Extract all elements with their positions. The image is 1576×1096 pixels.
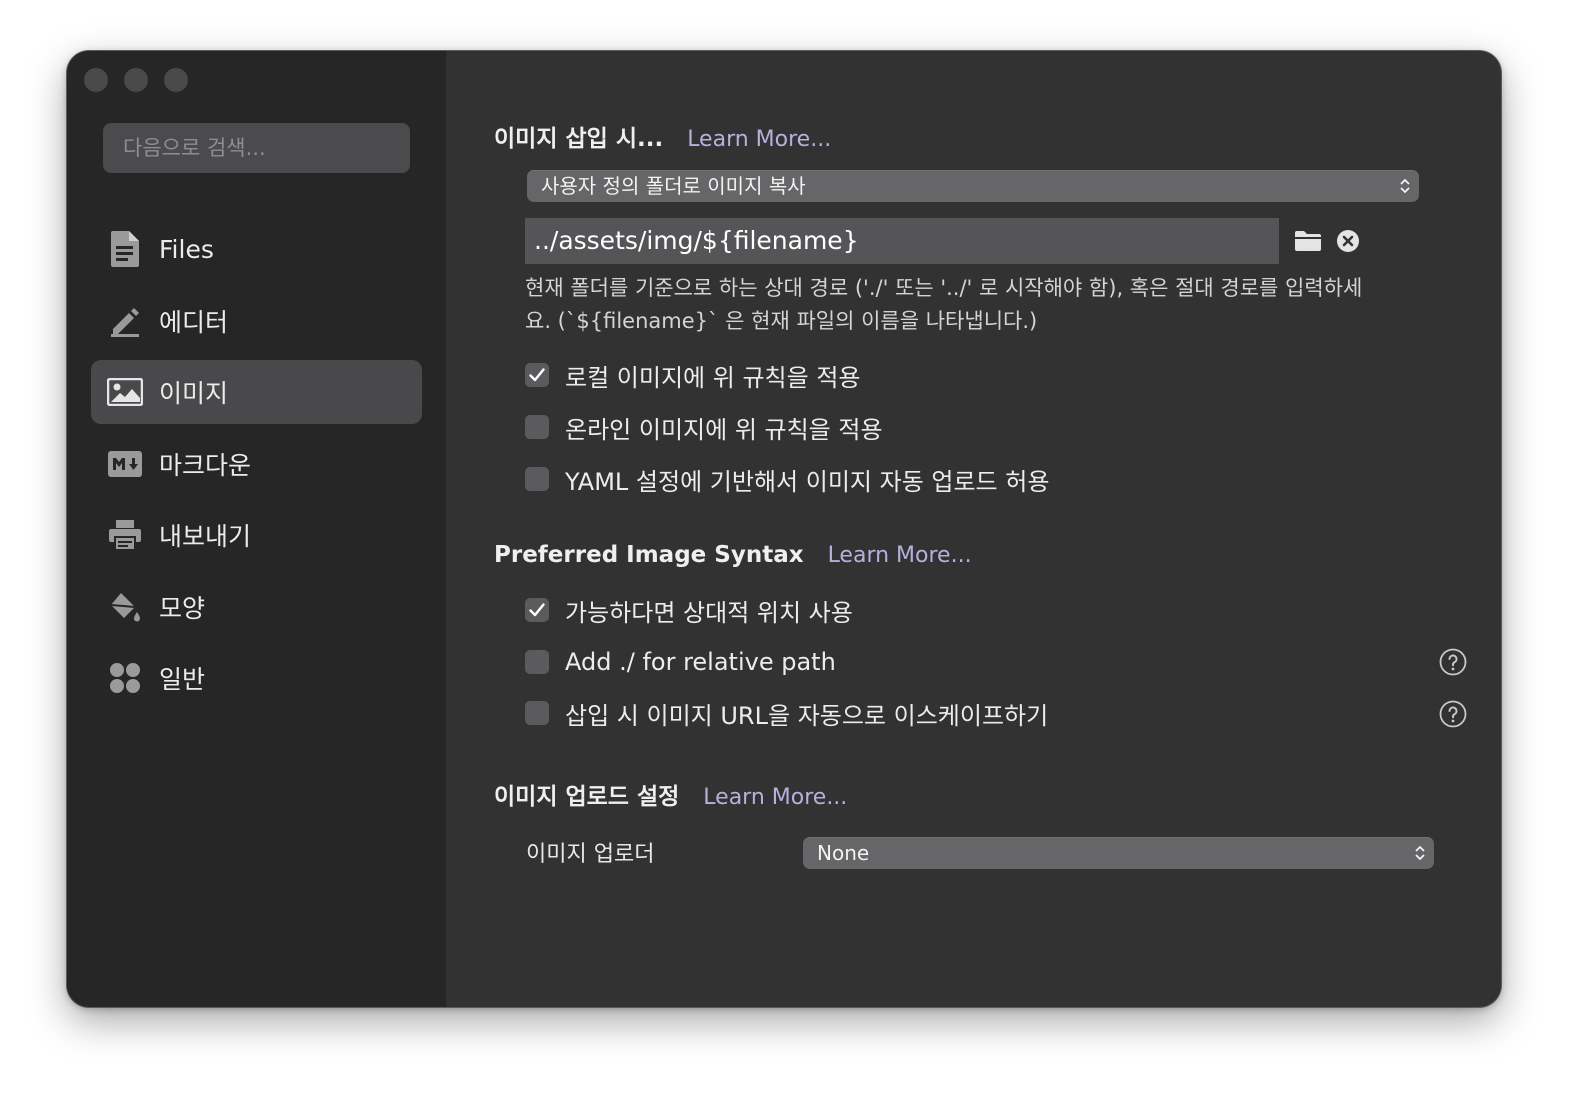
sidebar-item-editor[interactable]: 에디터 xyxy=(91,289,422,353)
select-value: 사용자 정의 폴더로 이미지 복사 xyxy=(541,174,806,198)
learn-more-link[interactable]: Learn More... xyxy=(828,543,972,568)
sidebar-item-image[interactable]: 이미지 xyxy=(91,360,422,424)
checkbox[interactable] xyxy=(525,598,549,622)
sidebar-item-appearance[interactable]: 모양 xyxy=(91,575,422,639)
learn-more-link[interactable]: Learn More... xyxy=(687,127,831,152)
option-label: 로컬 이미지에 위 규칙을 적용 xyxy=(565,363,861,392)
settings-panel: 이미지 삽입 시... Learn More... 사용자 정의 폴더로 이미지… xyxy=(446,51,1501,1007)
grid-dots-icon xyxy=(107,660,143,696)
paint-bucket-icon xyxy=(107,589,143,625)
sidebar-item-export[interactable]: 내보내기 xyxy=(91,503,422,567)
checkmark-icon xyxy=(529,368,545,382)
printer-icon xyxy=(107,517,143,553)
option-online-images[interactable]: 온라인 이미지에 위 규칙을 적용 xyxy=(525,412,883,444)
pencil-icon xyxy=(107,303,143,339)
sidebar-item-label: 내보내기 xyxy=(159,522,252,551)
option-relative-location[interactable]: 가능하다면 상대적 위치 사용 xyxy=(525,595,853,627)
search-input[interactable]: 다음으로 검색... xyxy=(103,123,410,173)
sidebar-item-markdown[interactable]: 마크다운 xyxy=(91,432,422,496)
section-syntax-header: Preferred Image Syntax Learn More... xyxy=(494,542,972,568)
checkbox[interactable] xyxy=(525,650,549,674)
sidebar-item-label: 일반 xyxy=(159,665,206,694)
window-controls xyxy=(84,68,188,92)
sidebar: 다음으로 검색... Files 에디터 이미지 마크다운 내보내기 모양 일반 xyxy=(67,51,446,1007)
option-label: 온라인 이미지에 위 규칙을 적용 xyxy=(565,415,883,444)
image-icon xyxy=(107,374,143,410)
sidebar-item-label: 에디터 xyxy=(159,307,229,337)
learn-more-link[interactable]: Learn More... xyxy=(703,785,847,810)
option-escape-url[interactable]: 삽입 시 이미지 URL을 자동으로 이스케이프하기 xyxy=(525,698,1049,730)
sidebar-nav: Files 에디터 이미지 마크다운 내보내기 모양 일반 xyxy=(91,217,422,718)
section-insert-header: 이미지 삽입 시... Learn More... xyxy=(494,119,831,153)
section-title: Preferred Image Syntax xyxy=(494,542,804,568)
help-icon[interactable] xyxy=(1439,700,1467,728)
chevron-updown-icon xyxy=(1400,178,1410,194)
uploader-label: 이미지 업로더 xyxy=(526,842,655,867)
section-title: 이미지 업로드 설정 xyxy=(494,784,680,810)
section-upload-header: 이미지 업로드 설정 Learn More... xyxy=(494,777,847,811)
zoom-window-button[interactable] xyxy=(164,68,188,92)
sidebar-item-label: 모양 xyxy=(159,593,206,623)
option-yaml-auto-upload[interactable]: YAML 설정에 기반해서 이미지 자동 업로드 허용 xyxy=(525,464,1050,496)
sidebar-item-general[interactable]: 일반 xyxy=(91,646,422,710)
option-add-dot-slash[interactable]: Add ./ for relative path xyxy=(525,647,836,677)
document-icon xyxy=(107,231,143,267)
close-window-button[interactable] xyxy=(84,68,108,92)
chevron-updown-icon xyxy=(1415,845,1425,861)
image-path-input[interactable]: ../assets/img/${filename} xyxy=(525,218,1279,264)
markdown-icon xyxy=(107,446,143,482)
checkmark-icon xyxy=(529,603,545,617)
checkbox[interactable] xyxy=(525,415,549,439)
minimize-window-button[interactable] xyxy=(124,68,148,92)
option-label: Add ./ for relative path xyxy=(565,648,836,676)
sidebar-item-label: Files xyxy=(159,234,214,264)
sidebar-item-files[interactable]: Files xyxy=(91,217,422,281)
help-icon[interactable] xyxy=(1439,648,1467,676)
checkbox[interactable] xyxy=(525,467,549,491)
checkbox[interactable] xyxy=(525,701,549,725)
sidebar-item-label: 이미지 xyxy=(159,379,229,408)
sidebar-item-label: 마크다운 xyxy=(159,450,252,480)
option-label: 가능하다면 상대적 위치 사용 xyxy=(565,598,853,627)
option-label: 삽입 시 이미지 URL을 자동으로 이스케이프하기 xyxy=(565,701,1049,730)
checkbox[interactable] xyxy=(525,363,549,387)
clear-icon[interactable] xyxy=(1334,227,1362,255)
section-title: 이미지 삽입 시... xyxy=(494,126,664,152)
insert-action-select[interactable]: 사용자 정의 폴더로 이미지 복사 xyxy=(527,170,1419,202)
select-value: None xyxy=(817,841,870,865)
uploader-select[interactable]: None xyxy=(803,837,1434,869)
path-hint-text: 현재 폴더를 기준으로 하는 상대 경로 ('./' 또는 '../' 로 시작… xyxy=(525,276,1363,333)
option-label: YAML 설정에 기반해서 이미지 자동 업로드 허용 xyxy=(565,467,1050,496)
option-local-images[interactable]: 로컬 이미지에 위 규칙을 적용 xyxy=(525,360,861,392)
folder-icon[interactable] xyxy=(1294,227,1322,255)
preferences-window: 다음으로 검색... Files 에디터 이미지 마크다운 내보내기 모양 일반… xyxy=(67,51,1501,1007)
